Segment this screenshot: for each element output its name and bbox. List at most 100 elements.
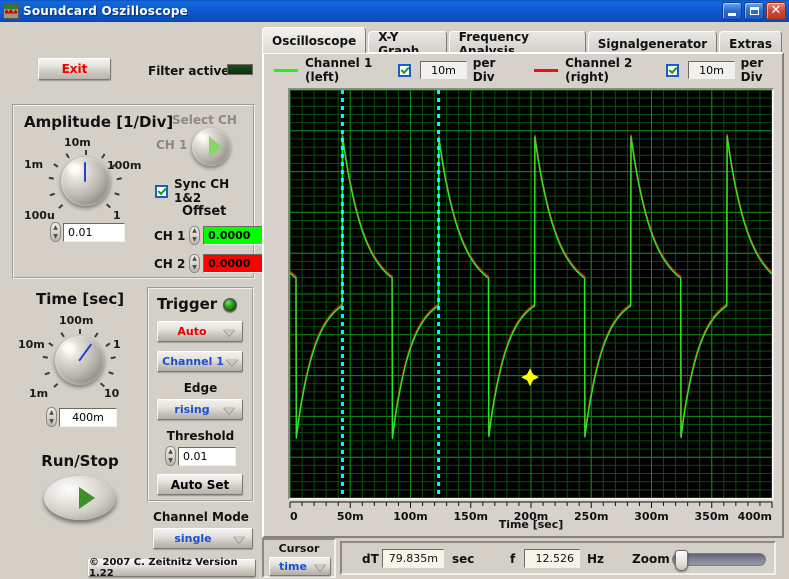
- window-title-bar[interactable]: Soundcard Oszilloscope ✕: [0, 0, 789, 22]
- offset-ch1-stepper[interactable]: ▲▼: [189, 226, 200, 245]
- channel1-enable-checkbox[interactable]: [398, 64, 411, 77]
- time-scale-10: 10: [104, 387, 119, 400]
- exit-button-label: Exit: [62, 62, 88, 76]
- time-scale-10m: 10m: [18, 338, 45, 351]
- zoom-label: Zoom: [632, 552, 670, 566]
- filter-active-indicator: [227, 64, 253, 75]
- play-icon: [79, 487, 95, 509]
- amplitude-scale-100u: 100u: [24, 209, 55, 222]
- cursor-mode-value: time: [279, 560, 307, 573]
- offset-ch2-field[interactable]: 0.0000: [203, 254, 265, 273]
- oscilloscope-plot[interactable]: [288, 88, 774, 500]
- channel-mode-value: single: [174, 532, 211, 545]
- channel1-per-div-label: per Div: [473, 56, 512, 84]
- auto-set-label: Auto Set: [171, 478, 230, 492]
- channel-mode-label: Channel Mode: [145, 510, 257, 524]
- threshold-value-field[interactable]: 0.01: [178, 447, 236, 466]
- copyright-text: © 2007 C. Zeitnitz Version 1.22: [89, 557, 255, 579]
- x-axis-title: Time [sec]: [288, 518, 774, 531]
- filter-active-label: Filter active: [148, 64, 229, 78]
- time-knob[interactable]: [55, 336, 104, 385]
- frequency-value-field: 12.526: [524, 549, 580, 568]
- dt-label: dT: [362, 552, 379, 566]
- auto-set-button[interactable]: Auto Set: [157, 474, 243, 495]
- amplitude-knob-area[interactable]: 10m 1m 100m 100u 1: [24, 136, 149, 231]
- sync-channels-label: Sync CH 1&2: [174, 177, 253, 205]
- trigger-threshold-group[interactable]: ▲▼ 0.01: [165, 446, 236, 466]
- time-scale-100m: 100m: [59, 314, 93, 327]
- maximize-button[interactable]: [744, 2, 764, 20]
- dt-unit: sec: [452, 552, 474, 566]
- amplitude-knob[interactable]: [61, 157, 110, 206]
- copyright-bar: © 2007 C. Zeitnitz Version 1.22: [88, 559, 256, 577]
- exit-button[interactable]: Exit: [38, 58, 111, 80]
- time-value-group[interactable]: ▲▼ 400m: [46, 407, 117, 427]
- time-knob-area[interactable]: 100m 10m 1 1m 10: [22, 314, 142, 409]
- trigger-edge-select[interactable]: rising: [157, 399, 243, 420]
- amplitude-value-field[interactable]: 0.01: [63, 223, 125, 242]
- tab-strip: Oscilloscope X-Y Graph Frequency Analysi…: [262, 26, 784, 53]
- amplitude-scale-1m: 1m: [24, 158, 43, 171]
- tab-host: Oscilloscope X-Y Graph Frequency Analysi…: [262, 26, 784, 538]
- threshold-stepper[interactable]: ▲▼: [165, 446, 176, 466]
- trigger-title: Trigger: [157, 295, 217, 313]
- amplitude-panel: Amplitude [1/Div] 10m 1m 100m 100u 1: [12, 104, 255, 279]
- cursor-status-bar: Cursor time dT 79.835m sec f 12.526 Hz Z…: [262, 538, 784, 578]
- zoom-slider-thumb[interactable]: [675, 550, 688, 571]
- app-icon: [3, 4, 19, 19]
- readouts-group: dT 79.835m sec f 12.526 Hz Zoom: [340, 541, 776, 575]
- time-title: Time [sec]: [36, 290, 124, 308]
- channel2-color-swatch: [534, 69, 558, 72]
- close-icon[interactable]: ✕: [766, 2, 786, 20]
- time-stepper[interactable]: ▲▼: [46, 407, 57, 427]
- trigger-panel: Trigger Auto Channel 1 Edge rising Thres…: [147, 287, 254, 502]
- trigger-threshold-label: Threshold: [149, 429, 252, 443]
- trigger-mode-select[interactable]: Auto: [157, 321, 243, 342]
- time-value-field[interactable]: 400m: [59, 408, 117, 427]
- frequency-unit: Hz: [587, 552, 604, 566]
- channel2-per-div-field[interactable]: 10m: [688, 61, 734, 79]
- app-client-area: Exit Filter active Amplitude [1/Div] 10m…: [0, 22, 789, 560]
- sync-channels-row[interactable]: Sync CH 1&2: [155, 177, 253, 205]
- offset-title: Offset: [182, 204, 226, 219]
- window-title: Soundcard Oszilloscope: [23, 4, 188, 18]
- run-stop-panel: Run/Stop: [35, 452, 125, 522]
- run-stop-button[interactable]: [44, 476, 116, 520]
- frequency-label: f: [510, 552, 515, 566]
- offset-ch1-field[interactable]: 0.0000: [203, 226, 265, 245]
- tab-oscilloscope[interactable]: Oscilloscope: [262, 27, 366, 53]
- trigger-mode-value: Auto: [177, 325, 206, 338]
- tab-signalgenerator-label: Signalgenerator: [598, 37, 707, 51]
- sync-channels-checkbox[interactable]: [155, 185, 168, 198]
- channel-mode-select[interactable]: single: [153, 528, 253, 549]
- cursor-group: Cursor time: [262, 538, 336, 578]
- channel2-label: Channel 2 (right): [565, 56, 658, 84]
- select-ch-value: CH 1: [156, 138, 187, 152]
- channel-mode-panel: Channel Mode single: [145, 510, 257, 550]
- channel2-enable-checkbox[interactable]: [666, 64, 679, 77]
- amplitude-stepper[interactable]: ▲▼: [50, 222, 61, 242]
- select-ch-knob[interactable]: [192, 128, 230, 166]
- channel1-label: Channel 1 (left): [305, 56, 390, 84]
- time-scale-1m: 1m: [29, 387, 48, 400]
- offset-ch2-stepper[interactable]: ▲▼: [189, 254, 200, 273]
- channel1-per-div-field[interactable]: 10m: [420, 61, 466, 79]
- trigger-edge-value: rising: [174, 403, 209, 416]
- cursor-label: Cursor: [264, 542, 334, 555]
- trigger-source-select[interactable]: Channel 1: [157, 351, 243, 372]
- offset-ch2-label: CH 2: [154, 257, 186, 271]
- amplitude-title: Amplitude [1/Div]: [24, 113, 173, 131]
- trigger-source-value: Channel 1: [162, 355, 224, 368]
- select-ch-label: Select CH: [172, 113, 237, 127]
- minimize-button[interactable]: [722, 2, 742, 20]
- amplitude-value-group[interactable]: ▲▼ 0.01: [50, 222, 125, 242]
- dt-value-field: 79.835m: [382, 549, 444, 568]
- tab-page-oscilloscope: Channel 1 (left) 10m per Div Channel 2 (…: [262, 52, 784, 538]
- offset-ch2-row[interactable]: CH 2 ▲▼ 0.0000: [154, 254, 265, 273]
- offset-ch1-row[interactable]: CH 1 ▲▼ 0.0000: [154, 226, 265, 245]
- window-controls: ✕: [722, 2, 786, 20]
- time-panel: Time [sec] 100m 10m 1 1m 10 ▲▼ 400m: [22, 290, 142, 415]
- trigger-led-indicator: [223, 298, 237, 312]
- channel1-color-swatch: [274, 69, 298, 72]
- run-stop-title: Run/Stop: [35, 452, 125, 470]
